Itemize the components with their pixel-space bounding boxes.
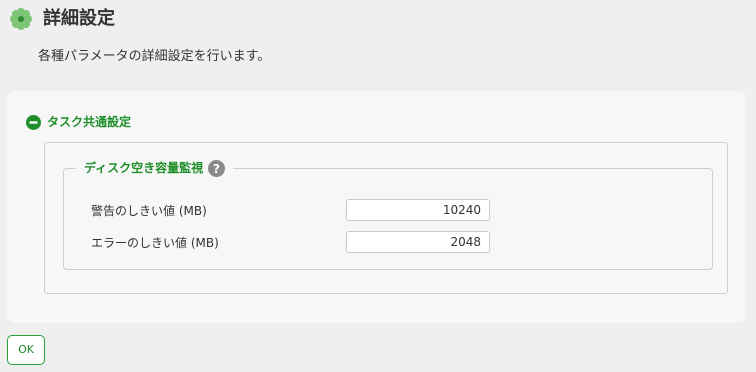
disk-monitor-fieldset: ディスク空き容量監視 ? 警告のしきい値 (MB) エラーのしきい値 (MB): [63, 158, 713, 270]
warning-threshold-label: 警告のしきい値 (MB): [91, 204, 207, 218]
section-body: ディスク空き容量監視 ? 警告のしきい値 (MB) エラーのしきい値 (MB): [44, 142, 728, 294]
settings-panel: タスク共通設定 ディスク空き容量監視 ? 警告のしきい値 (MB) エラーのしき…: [7, 91, 746, 323]
error-threshold-label: エラーのしきい値 (MB): [91, 236, 219, 250]
fieldset-legend: ディスク空き容量監視 ?: [76, 158, 234, 178]
warning-threshold-input[interactable]: [346, 199, 490, 221]
error-threshold-input[interactable]: [346, 231, 490, 253]
page-header: 詳細設定: [9, 7, 115, 31]
section-toggle-task-common[interactable]: タスク共通設定: [26, 113, 131, 131]
minus-circle-icon[interactable]: [26, 114, 41, 130]
section-label: タスク共通設定: [47, 115, 132, 129]
ok-button[interactable]: OK: [7, 335, 45, 365]
gear-icon: [9, 7, 33, 31]
page-description: 各種パラメータの詳細設定を行います。: [38, 49, 271, 64]
warning-threshold-row: 警告のしきい値 (MB): [91, 199, 511, 223]
page-title: 詳細設定: [43, 8, 115, 29]
fieldset-legend-text: ディスク空き容量監視: [84, 161, 204, 175]
svg-text:?: ?: [213, 162, 220, 176]
question-circle-icon[interactable]: ?: [208, 159, 226, 177]
error-threshold-row: エラーのしきい値 (MB): [91, 231, 511, 255]
